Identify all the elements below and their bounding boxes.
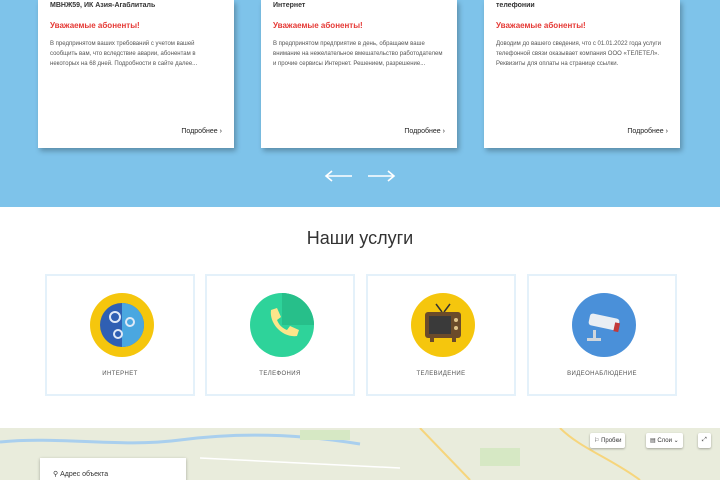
internet-globe-icon bbox=[90, 293, 154, 357]
phone-handset-icon bbox=[250, 293, 314, 357]
news-card[interactable]: Интернет Уважаемые абоненты! В предприня… bbox=[261, 0, 457, 148]
map-traffic-button[interactable]: ⚐ Пробки bbox=[590, 433, 626, 448]
map-fullscreen-button[interactable]: ⤢ bbox=[698, 433, 711, 448]
more-link-label: Подробнее bbox=[404, 128, 441, 135]
cctv-camera-icon bbox=[572, 293, 636, 357]
news-card-more-link[interactable]: Подробнее › bbox=[181, 128, 222, 135]
service-card-internet[interactable]: Интернет bbox=[45, 274, 195, 396]
more-link-label: Подробнее bbox=[627, 128, 664, 135]
map-address-box[interactable]: ⚲ Адрес объекта bbox=[40, 458, 186, 480]
carousel-prev-button[interactable] bbox=[324, 166, 354, 186]
news-card-title: МВНЖ59, ИК Азия-Агаблиталь bbox=[50, 2, 156, 9]
traffic-icon: ⚐ bbox=[594, 438, 600, 444]
news-card-title: телефонии bbox=[496, 2, 535, 9]
news-card-alert: Уважаемые абоненты! bbox=[273, 21, 363, 30]
news-card[interactable]: телефонии Уважаемые абоненты! Доводим до… bbox=[484, 0, 680, 148]
tv-set-icon bbox=[411, 293, 475, 357]
arrow-left-icon bbox=[324, 170, 352, 182]
news-card-body: В предпринятом предприятие в день, обращ… bbox=[273, 41, 443, 67]
chevron-right-icon: › bbox=[219, 128, 222, 135]
service-card-cctv[interactable]: Видеонаблюдение bbox=[527, 274, 677, 396]
carousel-next-button[interactable] bbox=[366, 166, 396, 186]
map-widget[interactable]: ⚐ Пробки ▤ Слои ⌄ ⤢ ⚲ Адрес объекта bbox=[0, 428, 720, 480]
news-card-alert: Уважаемые абоненты! bbox=[50, 21, 140, 30]
service-label: Интернет bbox=[102, 371, 138, 377]
services-heading: Наши услуги bbox=[306, 228, 414, 248]
news-card[interactable]: МВНЖ59, ИК Азия-Агаблиталь Уважаемые або… bbox=[38, 0, 234, 148]
map-layers-button[interactable]: ▤ Слои ⌄ bbox=[646, 433, 683, 448]
chevron-right-icon: › bbox=[442, 128, 445, 135]
fullscreen-icon: ⤢ bbox=[702, 437, 707, 443]
arrow-right-icon bbox=[368, 170, 396, 182]
layers-icon: ▤ bbox=[650, 438, 656, 444]
news-card-body: В предпринятом ваших требований с учетом… bbox=[50, 41, 198, 67]
map-pin-icon: ⚲ bbox=[53, 471, 59, 478]
traffic-label: Пробки bbox=[601, 438, 622, 444]
service-label: Видеонаблюдение bbox=[567, 371, 637, 377]
layers-label: Слои bbox=[657, 438, 672, 444]
more-link-label: Подробнее bbox=[181, 128, 218, 135]
service-label: Телевидение bbox=[416, 371, 466, 377]
service-label: Телефония bbox=[259, 371, 301, 377]
news-band: МВНЖ59, ИК Азия-Агаблиталь Уважаемые або… bbox=[0, 0, 720, 207]
map-address-label: Адрес объекта bbox=[60, 471, 109, 478]
chevron-right-icon: › bbox=[665, 128, 668, 135]
news-card-title: Интернет bbox=[273, 2, 306, 9]
chevron-down-icon: ⌄ bbox=[673, 438, 679, 444]
news-card-body: Доводим до вашего сведения, что с 01.01.… bbox=[496, 41, 661, 67]
service-card-telephony[interactable]: Телефония bbox=[205, 274, 355, 396]
news-card-more-link[interactable]: Подробнее › bbox=[404, 128, 445, 135]
news-card-more-link[interactable]: Подробнее › bbox=[627, 128, 668, 135]
news-card-alert: Уважаемые абоненты! bbox=[496, 21, 586, 30]
service-card-tv[interactable]: Телевидение bbox=[366, 274, 516, 396]
